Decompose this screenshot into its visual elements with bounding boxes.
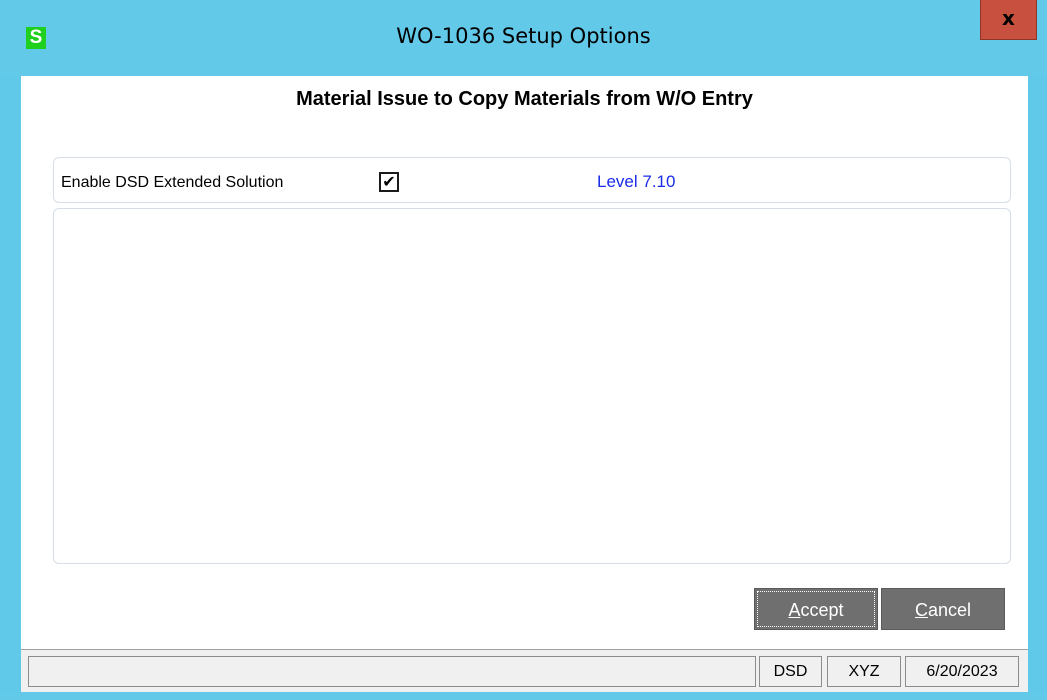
status-user-code: XYZ bbox=[827, 656, 901, 687]
cancel-access-key: C bbox=[914, 600, 928, 620]
page-heading: Material Issue to Copy Materials from W/… bbox=[296, 88, 753, 110]
window-bottom-border bbox=[0, 692, 1047, 700]
cancel-button[interactable]: Cancel bbox=[881, 588, 1005, 630]
enable-dsd-label: Enable DSD Extended Solution bbox=[61, 174, 284, 191]
enable-dsd-checkbox[interactable]: ✔ bbox=[379, 172, 399, 192]
content-panel bbox=[53, 208, 1011, 564]
status-date: 6/20/2023 bbox=[905, 656, 1019, 687]
level-label: Level 7.10 bbox=[597, 172, 676, 191]
accept-label: ccept bbox=[800, 600, 844, 620]
status-message bbox=[28, 656, 756, 687]
checkmark-icon: ✔ bbox=[382, 172, 396, 191]
accept-button[interactable]: Accept bbox=[754, 588, 878, 630]
accept-access-key: A bbox=[788, 600, 801, 620]
title-bar[interactable]: S WO-1036 Setup Options x bbox=[0, 0, 1047, 76]
options-panel: Enable DSD Extended Solution ✔ Level 7.1… bbox=[53, 157, 1011, 203]
window-title: WO-1036 Setup Options bbox=[396, 24, 651, 48]
dialog-body: Material Issue to Copy Materials from W/… bbox=[21, 76, 1028, 649]
close-icon: x bbox=[1002, 6, 1015, 30]
setup-options-window: S WO-1036 Setup Options x Material Issue… bbox=[0, 0, 1047, 700]
status-bar: DSD XYZ 6/20/2023 bbox=[21, 649, 1028, 692]
cancel-label: ancel bbox=[927, 600, 972, 620]
close-button[interactable]: x bbox=[980, 0, 1037, 40]
status-company-code: DSD bbox=[759, 656, 822, 687]
